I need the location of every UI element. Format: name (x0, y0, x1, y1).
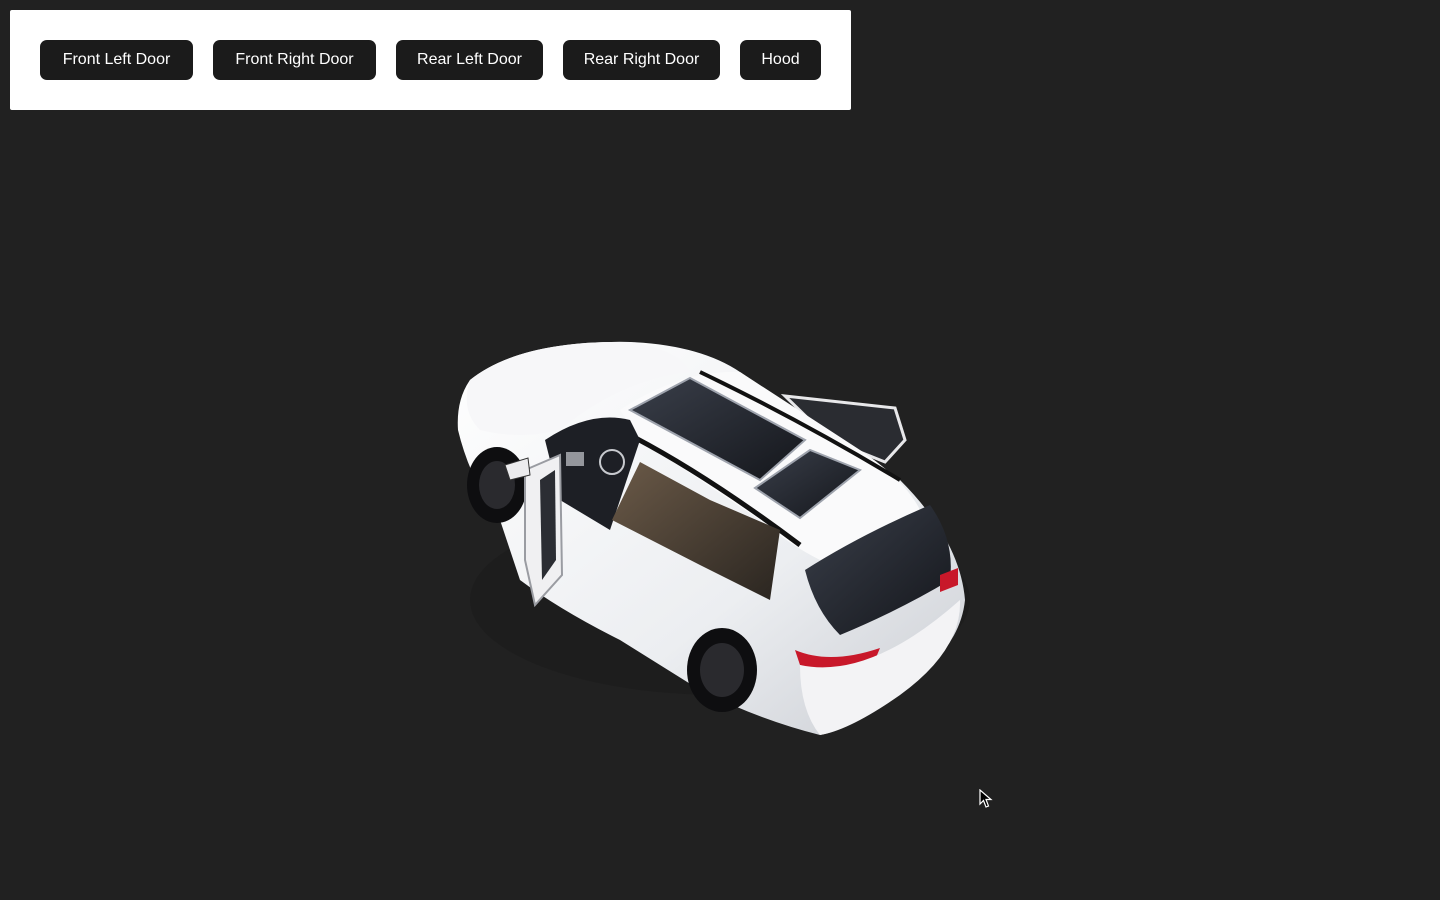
car-3d-viewer[interactable] (0, 0, 1440, 900)
front-right-door-button[interactable]: Front Right Door (213, 40, 376, 80)
arrow-cursor-icon (979, 789, 993, 808)
front-left-door-button[interactable]: Front Left Door (40, 40, 193, 80)
hood-button[interactable]: Hood (740, 40, 821, 80)
car-model (457, 341, 970, 735)
rear-left-door-button[interactable]: Rear Left Door (396, 40, 543, 80)
door-control-panel: Front Left Door Front Right Door Rear Le… (10, 10, 851, 110)
app-viewport: Front Left Door Front Right Door Rear Le… (0, 0, 1440, 900)
rear-right-door-button[interactable]: Rear Right Door (563, 40, 720, 80)
